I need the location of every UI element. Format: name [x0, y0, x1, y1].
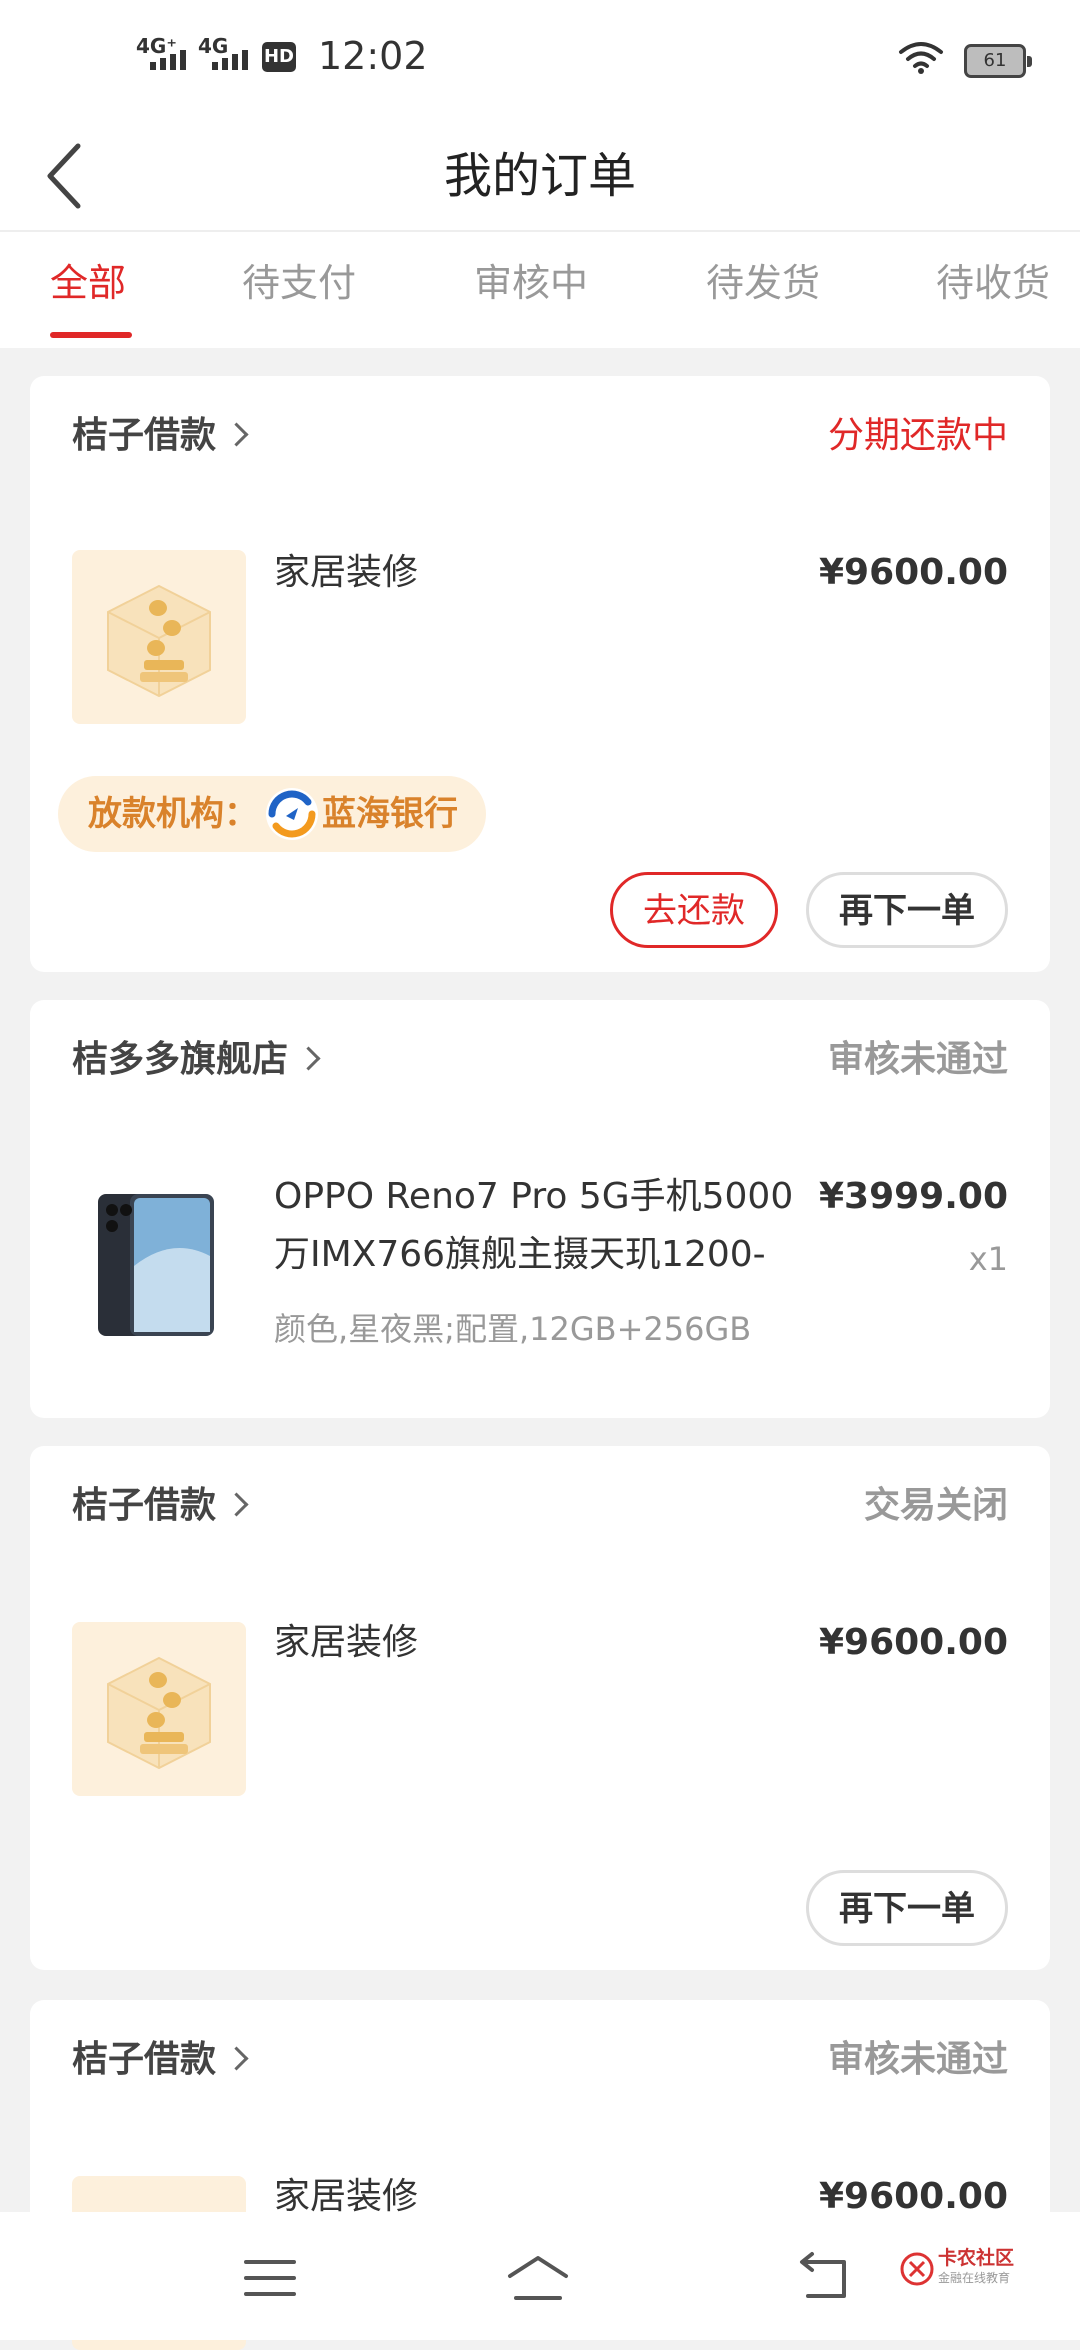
item-name-line-2[interactable]: 万IMX766旗舰主摄天玑1200- [274, 1226, 766, 1284]
phone-image-icon [98, 1194, 214, 1336]
tab-pending-receipt[interactable]: 待收货 [936, 256, 1050, 310]
chevron-right-icon [224, 421, 249, 447]
tab-pending-payment[interactable]: 待支付 [242, 256, 356, 310]
order-card[interactable]: 桔子借款 分期还款中 家居装修 ¥9600.00 放款机构： 蓝海银行 去还款 … [30, 376, 1050, 972]
wifi-icon [899, 42, 943, 74]
lender-name: 蓝海银行 [322, 794, 458, 834]
order-card[interactable]: 桔多多旗舰店 审核未通过 OPPO Reno7 Pro 5G手机5000 万IM… [30, 1000, 1050, 1418]
tab-under-review[interactable]: 审核中 [474, 256, 588, 310]
signal-bars-2-icon [212, 50, 248, 70]
status-bar: 4G⁺ 4G HD 12:02 61 [0, 0, 1080, 120]
order-status: 审核未通过 [827, 2039, 1008, 2080]
page-title: 我的订单 [443, 148, 636, 204]
chevron-right-icon [224, 2045, 249, 2071]
reorder-button[interactable]: 再下一单 [806, 872, 1008, 948]
battery-level: 61 [983, 50, 1007, 71]
home-icon[interactable] [506, 2246, 570, 2310]
tab-all[interactable]: 全部 [50, 256, 126, 310]
signal-bars-1-icon [150, 50, 186, 70]
shop-name[interactable]: 桔子借款 [72, 410, 249, 462]
shop-name[interactable]: 桔子借款 [72, 1480, 249, 1532]
watermark-subtitle: 金融在线教育 [938, 2271, 1011, 2285]
order-card[interactable]: 桔子借款 交易关闭 家居装修 ¥9600.00 再下一单 [30, 1446, 1050, 1970]
order-tabs: 全部 待支付 审核中 待发货 待收货 [0, 232, 1080, 348]
bank-logo-icon [266, 788, 318, 840]
watermark-title: 卡农社区 [938, 2247, 1015, 2269]
shop-name[interactable]: 桔子借款 [72, 2034, 249, 2086]
coin-box-icon [107, 1656, 211, 1770]
kanong-logo-icon [900, 2252, 934, 2286]
item-name-line-1[interactable]: OPPO Reno7 Pro 5G手机5000 [274, 1168, 793, 1226]
active-tab-indicator [50, 332, 132, 338]
repay-button[interactable]: 去还款 [610, 872, 778, 948]
shop-name-label: 桔子借款 [72, 1485, 217, 1526]
lender-label: 放款机构： [88, 794, 258, 834]
reorder-button[interactable]: 再下一单 [806, 1870, 1008, 1946]
tab-pending-shipment[interactable]: 待发货 [706, 256, 820, 310]
order-status: 交易关闭 [863, 1485, 1008, 1526]
item-price: ¥9600.00 [818, 1622, 1008, 1663]
chevron-right-icon [296, 1045, 321, 1071]
nav-header: 我的订单 [0, 120, 1080, 232]
shop-name-label: 桔子借款 [72, 415, 217, 456]
back-nav-icon[interactable] [792, 2246, 856, 2310]
item-spec: 颜色,星夜黑;配置,12GB+256GB [274, 1310, 752, 1348]
clock: 12:02 [318, 34, 428, 78]
shop-name-label: 桔子借款 [72, 2039, 217, 2080]
lender-badge: 放款机构： 蓝海银行 [58, 776, 486, 852]
coin-box-icon [107, 584, 211, 698]
order-status: 审核未通过 [827, 1039, 1008, 1080]
chevron-right-icon [224, 1491, 249, 1517]
shop-name[interactable]: 桔多多旗舰店 [72, 1034, 321, 1086]
menu-icon[interactable] [238, 2246, 302, 2310]
item-quantity: x1 [968, 1240, 1008, 1278]
watermark: 卡农社区 金融在线教育 [900, 2244, 1070, 2294]
product-thumbnail [72, 1176, 246, 1350]
shop-name-label: 桔多多旗舰店 [72, 1039, 289, 1080]
item-name[interactable]: 家居装修 [274, 1614, 418, 1672]
product-thumbnail [72, 1622, 246, 1796]
order-status: 分期还款中 [827, 415, 1008, 456]
battery-icon: 61 [964, 44, 1032, 78]
item-price: ¥9600.00 [818, 552, 1008, 593]
hd-voice-icon: HD [262, 42, 296, 72]
item-price: ¥3999.00 [818, 1176, 1008, 1217]
item-name[interactable]: 家居装修 [274, 544, 418, 602]
product-thumbnail [72, 550, 246, 724]
